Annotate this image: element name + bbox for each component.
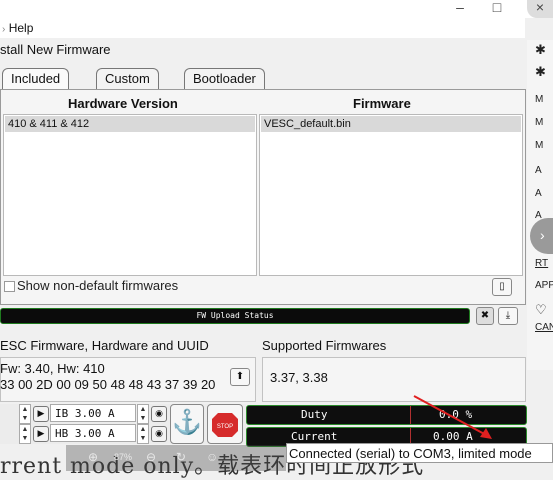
stop-sign-icon: STOP xyxy=(212,413,238,437)
tab-bootloader[interactable]: Bootloader xyxy=(184,68,265,89)
menu-help[interactable]: › Help xyxy=(2,21,33,35)
menu-bar xyxy=(0,18,525,38)
duty-label: Duty xyxy=(301,408,328,421)
connection-status: Connected (serial) to COM3, limited mode xyxy=(286,443,553,463)
toolbar-item-a1[interactable]: A xyxy=(535,165,542,176)
emoji-icon[interactable]: ☺ xyxy=(206,450,218,464)
minimize-button[interactable]: – xyxy=(445,0,475,18)
hardware-list[interactable]: 410 & 411 & 412 xyxy=(3,114,257,276)
supported-firmwares-title: Supported Firmwares xyxy=(262,338,387,353)
toolbar-item-m2[interactable]: M xyxy=(535,117,543,128)
firmware-section-title: stall New Firmware xyxy=(0,42,111,57)
maximize-button[interactable]: □ xyxy=(482,0,512,18)
toolbar-item-m3[interactable]: M xyxy=(535,140,543,151)
zoom-level: 87% xyxy=(114,452,133,462)
viewer-toolbar-overlay: ⊕ 87% ⊖ ↻ ☺ xyxy=(66,445,286,471)
firmware-header: Firmware xyxy=(353,96,411,111)
play-icon[interactable]: ▶ xyxy=(33,406,49,422)
toolbar-item-a2[interactable]: A xyxy=(535,188,542,199)
supported-firmwares-value: 3.37, 3.38 xyxy=(270,370,328,385)
brake-icon[interactable]: ◉ xyxy=(151,406,167,422)
close-button[interactable]: × xyxy=(527,0,553,18)
upload-fw-icon[interactable]: ⬆ xyxy=(230,368,250,386)
toolbar-item-rt[interactable]: RT xyxy=(535,258,548,269)
spinbox-arrows-2[interactable]: ▲ ▼ xyxy=(137,404,149,424)
show-nondefault-label: Show non-default firmwares xyxy=(17,278,179,293)
tab-custom-file[interactable]: Custom File xyxy=(96,68,159,106)
right-toolbar: ✱ ✱ M M M A A A RT APP ♡ CAN xyxy=(527,40,553,370)
play-icon[interactable]: ▶ xyxy=(33,426,49,442)
zoom-in-icon[interactable]: ⊕ xyxy=(88,450,98,464)
menu-help-label: Help xyxy=(8,21,34,35)
spinbox-arrows-4[interactable]: ▲ ▼ xyxy=(137,424,149,444)
comment-icon[interactable]: ▯ xyxy=(492,278,512,296)
stop-label: STOP xyxy=(217,424,233,430)
hb-current-input[interactable]: HB 3.00 A xyxy=(50,424,136,442)
hardware-version-header: Hardware Version xyxy=(68,96,178,111)
upload-icon[interactable]: ⤓ xyxy=(498,307,518,325)
vesc-info-line1: Fw: 3.40, Hw: 410 xyxy=(0,361,105,376)
list-item[interactable]: 410 & 411 & 412 xyxy=(5,116,255,132)
chevron-right-icon: › xyxy=(540,227,545,243)
cancel-upload-icon[interactable]: ✖ xyxy=(476,307,494,325)
anchor-icon[interactable]: ⚓ xyxy=(170,404,204,444)
handbrake-icon[interactable]: ◉ xyxy=(151,426,167,442)
zoom-out-icon[interactable]: ⊖ xyxy=(146,450,156,464)
spinbox-arrows-1[interactable]: ▲ ▼ xyxy=(19,404,31,424)
show-nondefault-checkbox[interactable] xyxy=(4,281,15,292)
toolbar-item-can[interactable]: CAN xyxy=(535,322,553,333)
annotation-arrow-icon xyxy=(413,395,492,439)
vesc-info-line2: 33 00 2D 00 09 50 48 48 43 37 39 20 xyxy=(0,377,216,392)
vesc-info-title: ESC Firmware, Hardware and UUID xyxy=(0,338,209,353)
stop-button[interactable]: STOP xyxy=(207,404,243,444)
spinbox-arrows-3[interactable]: ▲ ▼ xyxy=(19,424,31,444)
toolbar-item-app[interactable]: APP xyxy=(535,280,553,291)
ib-current-input[interactable]: IB 3.00 A xyxy=(50,404,136,422)
connect-icon[interactable]: ✱ xyxy=(535,42,546,58)
disconnect-icon[interactable]: ✱ xyxy=(535,64,546,80)
tab-included-files[interactable]: Included Files xyxy=(2,68,70,106)
menu-arrow-icon: › xyxy=(2,24,6,35)
firmware-list[interactable]: VESC_default.bin xyxy=(259,114,523,276)
upload-progress-bar: FW Upload Status xyxy=(0,308,470,324)
toolbar-item-m1[interactable]: M xyxy=(535,94,543,105)
heart-icon[interactable]: ♡ xyxy=(535,302,547,318)
rotate-icon[interactable]: ↻ xyxy=(176,450,186,464)
list-item[interactable]: VESC_default.bin xyxy=(261,116,521,132)
